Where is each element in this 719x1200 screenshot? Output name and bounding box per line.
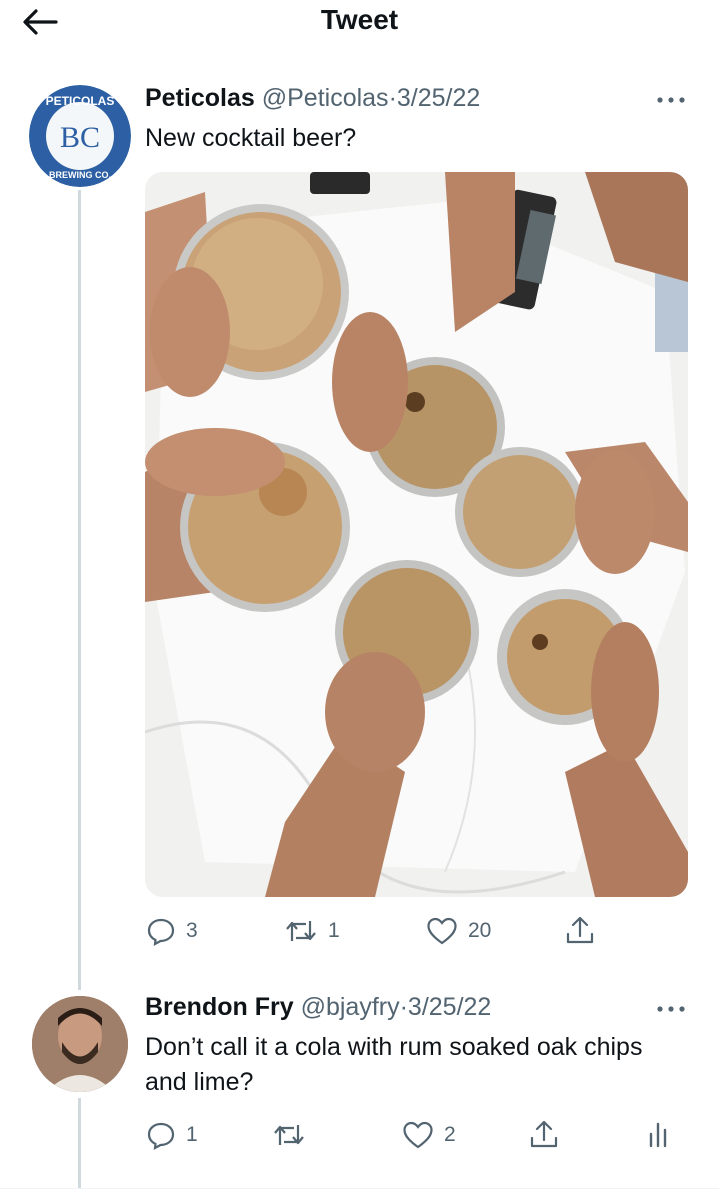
like-button[interactable]: 20 [426,916,491,946]
analytics-icon [649,1122,667,1148]
svg-text:BREWING CO.: BREWING CO. [49,170,111,180]
reply-display-name[interactable]: Brendon Fry [145,993,294,1021]
avatar-peticolas[interactable]: PETICOLAS BREWING CO. BC [29,85,131,187]
avatar-brendon-fry[interactable] [32,996,128,1092]
thread-line-continuation [78,1098,81,1188]
reply-text: Don’t call it a cola with rum soaked oak… [145,1033,643,1096]
reply-separator: · [399,993,408,1021]
more-icon[interactable] [655,90,687,110]
like-icon [427,917,457,945]
tweet-text: New cocktail beer? [145,124,357,152]
reply-icon [147,918,175,946]
peticolas-logo: PETICOLAS BREWING CO. BC [29,85,131,187]
reply-button[interactable]: 3 [146,916,198,946]
display-name[interactable]: Peticolas [145,84,255,112]
bottom-divider [0,1188,719,1189]
reply-more-icon[interactable] [655,999,687,1019]
handle[interactable]: @Peticolas [262,84,389,112]
share-icon [566,916,594,944]
reply-header: Brendon Fry @bjayfry·3/25/22 [145,993,491,1022]
retweet-icon [286,921,316,941]
share-icon [530,1120,558,1148]
reply-icon [147,1122,175,1150]
share-button[interactable] [564,914,596,946]
top-bar: Tweet [0,0,719,44]
page-title: Tweet [320,4,399,35]
profile-photo [32,996,128,1092]
tweet-image[interactable] [145,172,688,897]
reply-reply-count: 1 [186,1123,198,1146]
retweet-icon [274,1125,304,1145]
like-count: 20 [468,919,492,942]
svg-text:BC: BC [60,121,100,154]
reply-reply-button[interactable]: 1 [146,1120,198,1150]
tweet-header: Peticolas @Peticolas·3/25/22 [145,84,480,113]
reply-like-button[interactable]: 2 [402,1120,456,1150]
reply-retweet-button[interactable] [272,1120,316,1150]
svg-text:PETICOLAS: PETICOLAS [46,94,115,108]
retweet-button[interactable]: 1 [284,916,340,946]
reply-like-count: 2 [444,1123,456,1146]
retweet-count: 1 [328,919,340,942]
reply-date[interactable]: 3/25/22 [408,993,491,1021]
thread-line [78,190,81,990]
cocktail-photo [145,172,688,897]
reply-count: 3 [186,919,198,942]
separator: · [388,84,397,112]
reply-analytics-button[interactable] [645,1118,675,1150]
tweet-date[interactable]: 3/25/22 [397,84,480,112]
reply-share-button[interactable] [528,1118,560,1150]
reply-handle[interactable]: @bjayfry [301,993,400,1021]
like-icon [403,1121,433,1149]
